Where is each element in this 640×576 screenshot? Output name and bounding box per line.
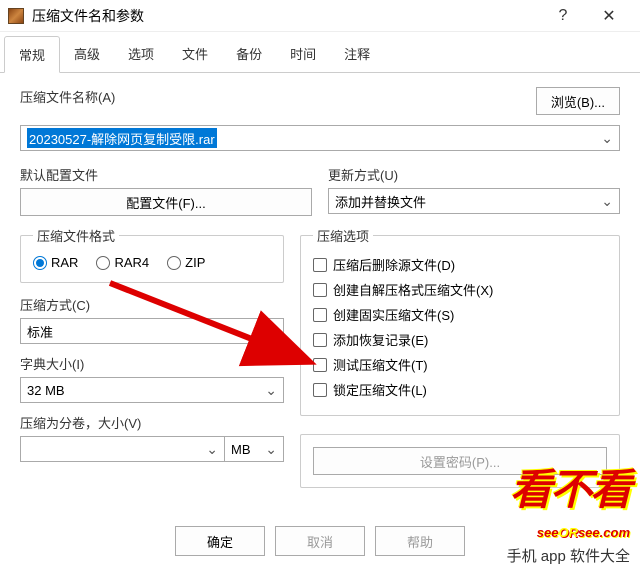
tab-comment[interactable]: 注释	[330, 36, 384, 72]
tab-general[interactable]: 常规	[4, 36, 60, 73]
cancel-button[interactable]: 取消	[275, 526, 365, 556]
archive-name-input[interactable]: 20230527-解除网页复制受限.rar	[20, 125, 620, 151]
check-delete-source[interactable]: 压缩后删除源文件(D)	[313, 255, 607, 274]
watermark-line3: 手机 app 软件大全	[507, 545, 630, 566]
volume-size-input[interactable]	[20, 436, 224, 462]
radio-zip[interactable]: ZIP	[167, 255, 205, 270]
tab-time[interactable]: 时间	[276, 36, 330, 72]
content: 压缩文件名称(A) 浏览(B)... 20230527-解除网页复制受限.rar…	[0, 73, 640, 512]
tab-options[interactable]: 选项	[114, 36, 168, 72]
watermark: 看不看 seeORsee.com 手机 app 软件大全	[507, 456, 630, 566]
tab-advanced[interactable]: 高级	[60, 36, 114, 72]
check-solid[interactable]: 创建固实压缩文件(S)	[313, 305, 607, 324]
radio-dot-icon	[167, 256, 181, 270]
format-legend: 压缩文件格式	[33, 226, 119, 245]
checkbox-icon	[313, 283, 327, 297]
volume-unit-select[interactable]: MB	[224, 436, 284, 462]
watermark-line2: seeORsee.com	[507, 517, 630, 543]
check-test[interactable]: 测试压缩文件(T)	[313, 355, 607, 374]
update-select[interactable]: 添加并替换文件	[328, 188, 620, 214]
method-label: 压缩方式(C)	[20, 295, 284, 314]
options-legend: 压缩选项	[313, 226, 373, 245]
app-icon	[8, 8, 24, 24]
checkbox-icon	[313, 358, 327, 372]
radio-dot-icon	[33, 256, 47, 270]
radio-dot-icon	[96, 256, 110, 270]
help-footer-button[interactable]: 帮助	[375, 526, 465, 556]
browse-button[interactable]: 浏览(B)...	[536, 87, 620, 115]
titlebar: 压缩文件名和参数 ? ✕	[0, 0, 640, 32]
ok-button[interactable]: 确定	[175, 526, 265, 556]
method-select[interactable]: 标准	[20, 318, 284, 344]
profile-label: 默认配置文件	[20, 165, 312, 184]
check-sfx[interactable]: 创建自解压格式压缩文件(X)	[313, 280, 607, 299]
profile-button[interactable]: 配置文件(F)...	[20, 188, 312, 216]
checkbox-icon	[313, 258, 327, 272]
check-recovery[interactable]: 添加恢复记录(E)	[313, 330, 607, 349]
tab-backup[interactable]: 备份	[222, 36, 276, 72]
checkbox-icon	[313, 308, 327, 322]
update-label: 更新方式(U)	[328, 165, 620, 184]
watermark-line1: 看不看	[507, 456, 630, 517]
window-title: 压缩文件名和参数	[32, 6, 540, 26]
tabs: 常规 高级 选项 文件 备份 时间 注释	[0, 36, 640, 73]
format-group: 压缩文件格式 RAR RAR4 ZIP	[20, 226, 284, 283]
radio-rar[interactable]: RAR	[33, 255, 78, 270]
archive-name-label: 压缩文件名称(A)	[20, 87, 520, 106]
checkbox-icon	[313, 333, 327, 347]
dict-select[interactable]: 32 MB	[20, 377, 284, 403]
tab-files[interactable]: 文件	[168, 36, 222, 72]
volume-label: 压缩为分卷，大小(V)	[20, 413, 284, 432]
options-group: 压缩选项 压缩后删除源文件(D) 创建自解压格式压缩文件(X) 创建固实压缩文件…	[300, 226, 620, 416]
help-button[interactable]: ?	[540, 0, 586, 32]
radio-rar4[interactable]: RAR4	[96, 255, 149, 270]
archive-name-value: 20230527-解除网页复制受限.rar	[27, 128, 217, 148]
close-button[interactable]: ✕	[586, 0, 632, 32]
dict-label: 字典大小(I)	[20, 354, 284, 373]
checkbox-icon	[313, 383, 327, 397]
check-lock[interactable]: 锁定压缩文件(L)	[313, 380, 607, 399]
